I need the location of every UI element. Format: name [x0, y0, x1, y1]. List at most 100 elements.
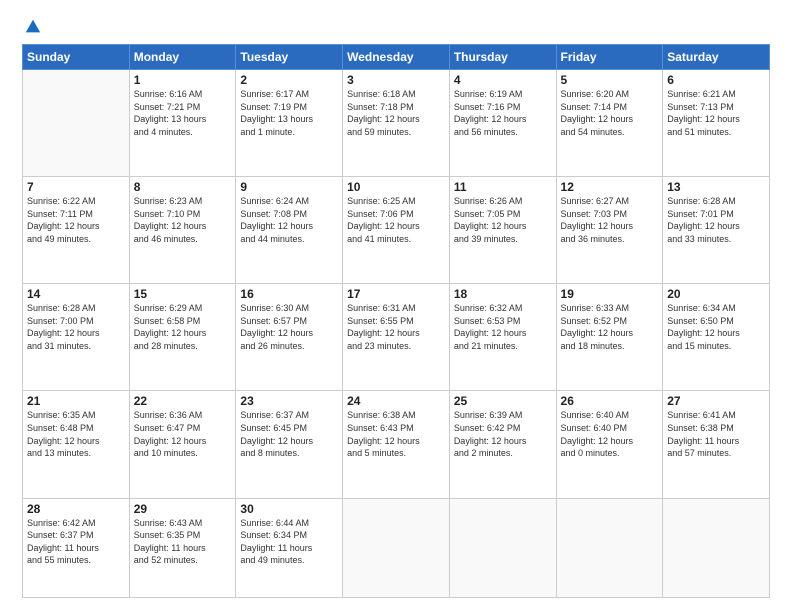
day-cell: 18Sunrise: 6:32 AM Sunset: 6:53 PM Dayli… — [449, 284, 556, 391]
day-info: Sunrise: 6:40 AM Sunset: 6:40 PM Dayligh… — [561, 409, 659, 459]
day-info: Sunrise: 6:20 AM Sunset: 7:14 PM Dayligh… — [561, 88, 659, 138]
day-cell: 30Sunrise: 6:44 AM Sunset: 6:34 PM Dayli… — [236, 498, 343, 597]
weekday-header-monday: Monday — [129, 45, 236, 70]
day-info: Sunrise: 6:31 AM Sunset: 6:55 PM Dayligh… — [347, 302, 445, 352]
day-info: Sunrise: 6:19 AM Sunset: 7:16 PM Dayligh… — [454, 88, 552, 138]
day-info: Sunrise: 6:17 AM Sunset: 7:19 PM Dayligh… — [240, 88, 338, 138]
day-cell: 14Sunrise: 6:28 AM Sunset: 7:00 PM Dayli… — [23, 284, 130, 391]
day-number: 3 — [347, 73, 445, 87]
day-number: 13 — [667, 180, 765, 194]
day-number: 9 — [240, 180, 338, 194]
day-cell: 2Sunrise: 6:17 AM Sunset: 7:19 PM Daylig… — [236, 70, 343, 177]
day-number: 11 — [454, 180, 552, 194]
day-number: 10 — [347, 180, 445, 194]
day-cell: 12Sunrise: 6:27 AM Sunset: 7:03 PM Dayli… — [556, 177, 663, 284]
day-cell — [663, 498, 770, 597]
day-info: Sunrise: 6:32 AM Sunset: 6:53 PM Dayligh… — [454, 302, 552, 352]
day-cell: 8Sunrise: 6:23 AM Sunset: 7:10 PM Daylig… — [129, 177, 236, 284]
day-info: Sunrise: 6:33 AM Sunset: 6:52 PM Dayligh… — [561, 302, 659, 352]
day-cell — [449, 498, 556, 597]
day-number: 23 — [240, 394, 338, 408]
day-number: 17 — [347, 287, 445, 301]
day-cell: 16Sunrise: 6:30 AM Sunset: 6:57 PM Dayli… — [236, 284, 343, 391]
day-cell: 21Sunrise: 6:35 AM Sunset: 6:48 PM Dayli… — [23, 391, 130, 498]
day-info: Sunrise: 6:38 AM Sunset: 6:43 PM Dayligh… — [347, 409, 445, 459]
day-cell: 5Sunrise: 6:20 AM Sunset: 7:14 PM Daylig… — [556, 70, 663, 177]
week-row-1: 1Sunrise: 6:16 AM Sunset: 7:21 PM Daylig… — [23, 70, 770, 177]
day-cell: 13Sunrise: 6:28 AM Sunset: 7:01 PM Dayli… — [663, 177, 770, 284]
day-cell: 6Sunrise: 6:21 AM Sunset: 7:13 PM Daylig… — [663, 70, 770, 177]
day-number: 14 — [27, 287, 125, 301]
day-cell — [23, 70, 130, 177]
day-info: Sunrise: 6:28 AM Sunset: 7:00 PM Dayligh… — [27, 302, 125, 352]
day-number: 20 — [667, 287, 765, 301]
day-cell: 3Sunrise: 6:18 AM Sunset: 7:18 PM Daylig… — [343, 70, 450, 177]
day-cell: 22Sunrise: 6:36 AM Sunset: 6:47 PM Dayli… — [129, 391, 236, 498]
day-cell: 26Sunrise: 6:40 AM Sunset: 6:40 PM Dayli… — [556, 391, 663, 498]
weekday-header-sunday: Sunday — [23, 45, 130, 70]
day-cell: 9Sunrise: 6:24 AM Sunset: 7:08 PM Daylig… — [236, 177, 343, 284]
day-number: 7 — [27, 180, 125, 194]
day-info: Sunrise: 6:18 AM Sunset: 7:18 PM Dayligh… — [347, 88, 445, 138]
day-info: Sunrise: 6:29 AM Sunset: 6:58 PM Dayligh… — [134, 302, 232, 352]
day-number: 18 — [454, 287, 552, 301]
day-info: Sunrise: 6:27 AM Sunset: 7:03 PM Dayligh… — [561, 195, 659, 245]
day-number: 2 — [240, 73, 338, 87]
day-cell: 1Sunrise: 6:16 AM Sunset: 7:21 PM Daylig… — [129, 70, 236, 177]
day-number: 25 — [454, 394, 552, 408]
day-number: 28 — [27, 502, 125, 516]
day-info: Sunrise: 6:34 AM Sunset: 6:50 PM Dayligh… — [667, 302, 765, 352]
week-row-2: 7Sunrise: 6:22 AM Sunset: 7:11 PM Daylig… — [23, 177, 770, 284]
weekday-header-friday: Friday — [556, 45, 663, 70]
day-cell: 4Sunrise: 6:19 AM Sunset: 7:16 PM Daylig… — [449, 70, 556, 177]
weekday-header-row: SundayMondayTuesdayWednesdayThursdayFrid… — [23, 45, 770, 70]
day-cell: 29Sunrise: 6:43 AM Sunset: 6:35 PM Dayli… — [129, 498, 236, 597]
day-number: 4 — [454, 73, 552, 87]
weekday-header-thursday: Thursday — [449, 45, 556, 70]
day-number: 26 — [561, 394, 659, 408]
day-number: 30 — [240, 502, 338, 516]
calendar-table: SundayMondayTuesdayWednesdayThursdayFrid… — [22, 44, 770, 598]
day-cell: 19Sunrise: 6:33 AM Sunset: 6:52 PM Dayli… — [556, 284, 663, 391]
day-number: 21 — [27, 394, 125, 408]
day-cell: 25Sunrise: 6:39 AM Sunset: 6:42 PM Dayli… — [449, 391, 556, 498]
day-number: 29 — [134, 502, 232, 516]
day-number: 15 — [134, 287, 232, 301]
day-info: Sunrise: 6:28 AM Sunset: 7:01 PM Dayligh… — [667, 195, 765, 245]
day-number: 6 — [667, 73, 765, 87]
day-number: 5 — [561, 73, 659, 87]
day-info: Sunrise: 6:24 AM Sunset: 7:08 PM Dayligh… — [240, 195, 338, 245]
day-info: Sunrise: 6:23 AM Sunset: 7:10 PM Dayligh… — [134, 195, 232, 245]
day-cell: 27Sunrise: 6:41 AM Sunset: 6:38 PM Dayli… — [663, 391, 770, 498]
day-cell: 15Sunrise: 6:29 AM Sunset: 6:58 PM Dayli… — [129, 284, 236, 391]
day-cell — [343, 498, 450, 597]
day-info: Sunrise: 6:16 AM Sunset: 7:21 PM Dayligh… — [134, 88, 232, 138]
day-info: Sunrise: 6:41 AM Sunset: 6:38 PM Dayligh… — [667, 409, 765, 459]
logo-icon — [24, 18, 42, 36]
weekday-header-saturday: Saturday — [663, 45, 770, 70]
day-cell: 20Sunrise: 6:34 AM Sunset: 6:50 PM Dayli… — [663, 284, 770, 391]
day-info: Sunrise: 6:21 AM Sunset: 7:13 PM Dayligh… — [667, 88, 765, 138]
day-cell: 11Sunrise: 6:26 AM Sunset: 7:05 PM Dayli… — [449, 177, 556, 284]
weekday-header-tuesday: Tuesday — [236, 45, 343, 70]
page: SundayMondayTuesdayWednesdayThursdayFrid… — [0, 0, 792, 612]
day-info: Sunrise: 6:26 AM Sunset: 7:05 PM Dayligh… — [454, 195, 552, 245]
day-number: 12 — [561, 180, 659, 194]
week-row-4: 21Sunrise: 6:35 AM Sunset: 6:48 PM Dayli… — [23, 391, 770, 498]
weekday-header-wednesday: Wednesday — [343, 45, 450, 70]
logo — [22, 18, 42, 36]
day-info: Sunrise: 6:35 AM Sunset: 6:48 PM Dayligh… — [27, 409, 125, 459]
day-number: 24 — [347, 394, 445, 408]
day-number: 27 — [667, 394, 765, 408]
day-number: 16 — [240, 287, 338, 301]
day-number: 1 — [134, 73, 232, 87]
day-number: 8 — [134, 180, 232, 194]
day-info: Sunrise: 6:36 AM Sunset: 6:47 PM Dayligh… — [134, 409, 232, 459]
day-info: Sunrise: 6:22 AM Sunset: 7:11 PM Dayligh… — [27, 195, 125, 245]
day-info: Sunrise: 6:39 AM Sunset: 6:42 PM Dayligh… — [454, 409, 552, 459]
day-info: Sunrise: 6:37 AM Sunset: 6:45 PM Dayligh… — [240, 409, 338, 459]
day-cell: 28Sunrise: 6:42 AM Sunset: 6:37 PM Dayli… — [23, 498, 130, 597]
header — [22, 18, 770, 36]
day-cell: 17Sunrise: 6:31 AM Sunset: 6:55 PM Dayli… — [343, 284, 450, 391]
day-info: Sunrise: 6:44 AM Sunset: 6:34 PM Dayligh… — [240, 517, 338, 567]
